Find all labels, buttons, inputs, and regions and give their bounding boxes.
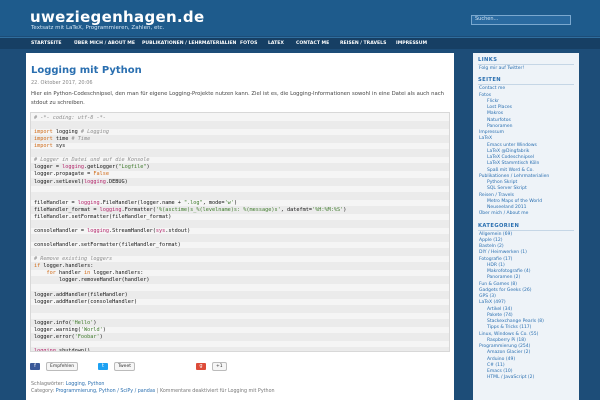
sidebar-link[interactable]: Lost Places: [487, 105, 512, 110]
sidebar-link[interactable]: Fotografie (17): [479, 257, 512, 262]
sidebar-link[interactable]: Neuseeland 2011: [487, 205, 526, 210]
sidebar-link[interactable]: Linux, Windows & Co. (55): [479, 332, 538, 337]
code-token: logging: [34, 347, 56, 352]
nav-item-contact[interactable]: CONTACT ME: [296, 41, 329, 46]
sidebar-link[interactable]: LaTeX @Dingfabrik: [487, 149, 529, 154]
sidebar-link[interactable]: Basteln (2): [479, 244, 504, 249]
sidebar-divider: [478, 64, 574, 65]
site-title[interactable]: uweziegenhagen.de: [30, 8, 204, 26]
sidebar-link[interactable]: Emacs (10): [487, 369, 512, 374]
post-tags-line: Schlagwörter: Logging, Python: [31, 381, 451, 388]
page: uweziegenhagen.de Textsatz mit LaTeX, Pr…: [0, 0, 600, 400]
sidebar-link[interactable]: Über mich / About me: [479, 211, 528, 216]
sidebar-link[interactable]: Reisen / Travels: [479, 193, 514, 198]
facebook-like-label: Empfehlen: [50, 364, 75, 369]
search-input[interactable]: Suchen...: [471, 15, 571, 25]
tweet-label: Tweet: [118, 364, 131, 369]
sidebar-heading: SEITEN: [478, 77, 502, 84]
nav-item-about[interactable]: ÜBER MICH / ABOUT ME: [74, 41, 135, 46]
code-block: # -*- coding: utf-8 -*- import logging # …: [30, 112, 450, 352]
post-title[interactable]: Logging mit Python: [31, 65, 142, 76]
sidebar-link[interactable]: Flickr: [487, 99, 499, 104]
sidebar: LINKS Folg mir auf Twitter! SEITEN Contact …: [473, 53, 579, 400]
nav-item-fotos[interactable]: FOTOS: [240, 41, 257, 46]
sidebar-link[interactable]: HDR (1): [487, 263, 505, 268]
sidebar-link[interactable]: HTML / JavaScript (2): [487, 375, 534, 380]
sidebar-link[interactable]: GPS (3): [479, 294, 496, 299]
sidebar-heading: KATEGORIEN: [478, 222, 520, 229]
nav-item-startseite[interactable]: STARTSEITE: [31, 41, 62, 46]
tweet-button[interactable]: Tweet: [114, 362, 135, 371]
sidebar-link[interactable]: Stackexchange Pearls (8): [487, 319, 544, 324]
social-buttons: f Empfehlen t Tweet g +1: [30, 362, 450, 372]
sidebar-link[interactable]: Raspberry Pi (18): [487, 338, 526, 343]
post-intro: Hier ein Python-Codeschnipsel, den man f…: [31, 91, 445, 106]
sidebar-divider: [478, 229, 574, 231]
sidebar-link[interactable]: Emacs unter Windows: [487, 143, 537, 148]
sidebar-link[interactable]: LaTeX: [479, 136, 492, 141]
meta-separator: |: [156, 389, 159, 394]
sidebar-link[interactable]: DIY / Heimwerken (1): [479, 250, 527, 255]
sidebar-link[interactable]: SQL Server Skript: [487, 186, 527, 191]
category-links[interactable]: Programmierung, Python / SciPy / pandas: [56, 389, 156, 394]
sidebar-link[interactable]: Publikationen / Lehrmaterialien: [479, 174, 549, 179]
sidebar-link[interactable]: Panoramen: [487, 124, 513, 129]
sidebar-link[interactable]: Amazon Glacier (2): [487, 350, 530, 355]
post-meta: Schlagwörter: Logging, Python Category: …: [31, 381, 451, 395]
nav-item-latex[interactable]: LATEX: [268, 41, 284, 46]
sidebar-link[interactable]: Gadgets for Geeks (26): [479, 288, 532, 293]
tag-links[interactable]: Logging, Python: [66, 382, 105, 387]
sidebar-link[interactable]: C# (11): [487, 363, 505, 368]
main-navigation: STARTSEITE ÜBER MICH / ABOUT ME PUBLIKAT…: [0, 37, 600, 49]
nav-item-publikationen[interactable]: PUBLIKATIONEN / LEHRMATERIALIEN: [142, 41, 236, 46]
sidebar-link[interactable]: Spaß mit Word & Co.: [487, 168, 534, 173]
twitter-icon[interactable]: t: [98, 363, 108, 370]
sidebar-link[interactable]: LaTeX Stammtisch Köln: [487, 161, 539, 166]
post-date: 22. Oktober 2017, 20:06: [31, 80, 93, 86]
code-token: .shutdown(): [55, 347, 91, 352]
sidebar-link[interactable]: Python Skript: [487, 180, 517, 185]
nav-item-impressum[interactable]: IMPRESSUM: [396, 41, 427, 46]
sidebar-link[interactable]: Fotos: [479, 93, 491, 98]
sidebar-link[interactable]: Allgemein (69): [479, 232, 512, 237]
google-plus-icon[interactable]: g: [196, 363, 206, 370]
post-category-line: Category: Programmierung, Python / SciPy…: [31, 388, 451, 395]
sidebar-link[interactable]: Naturfotos: [487, 118, 511, 123]
sidebar-link[interactable]: Contact me: [479, 86, 505, 91]
site-header: uweziegenhagen.de Textsatz mit LaTeX, Pr…: [0, 0, 600, 36]
sidebar-link[interactable]: Makros: [487, 111, 503, 116]
sidebar-heading: LINKS: [478, 57, 498, 63]
site-tagline: Textsatz mit LaTeX, Programmieren, Zahle…: [31, 25, 165, 31]
sidebar-link[interactable]: Folg mir auf Twitter!: [479, 66, 524, 71]
comments-status: Kommentare deaktiviert für Logging mit P…: [159, 389, 275, 394]
sidebar-link[interactable]: Apple (12): [479, 238, 502, 243]
category-label: Category:: [31, 389, 55, 394]
google-plus-button[interactable]: +1: [212, 362, 227, 371]
sidebar-link[interactable]: Pakete (74): [487, 313, 513, 318]
sidebar-link[interactable]: Metro Maps of the World: [487, 199, 542, 204]
tags-label: Schlagwörter:: [31, 382, 65, 387]
sidebar-link[interactable]: Makrofotografie (4): [487, 269, 530, 274]
code-line: logging.shutdown(): [31, 346, 449, 352]
sidebar-link[interactable]: Panoramen (2): [487, 275, 520, 280]
nav-item-reisen[interactable]: REISEN / TRAVELS: [340, 41, 386, 46]
sidebar-link[interactable]: Artikel (34): [487, 307, 512, 312]
sidebar-link[interactable]: Arduino (49): [487, 357, 515, 362]
facebook-icon[interactable]: f: [30, 363, 40, 370]
main-content: Logging mit Python 22. Oktober 2017, 20:…: [26, 53, 454, 400]
sidebar-link[interactable]: Fun & Games (8): [479, 282, 517, 287]
sidebar-link[interactable]: LaTeX Codeschnipsel: [487, 155, 534, 160]
sidebar-link[interactable]: Programmierung (254): [479, 344, 530, 349]
google-plus-label: +1: [216, 364, 223, 369]
facebook-like-button[interactable]: Empfehlen: [46, 362, 79, 371]
sidebar-link[interactable]: LaTeX (497): [479, 300, 506, 305]
sidebar-link[interactable]: Tipps & Tricks (117): [487, 325, 531, 330]
sidebar-link[interactable]: Impressum: [479, 130, 504, 135]
